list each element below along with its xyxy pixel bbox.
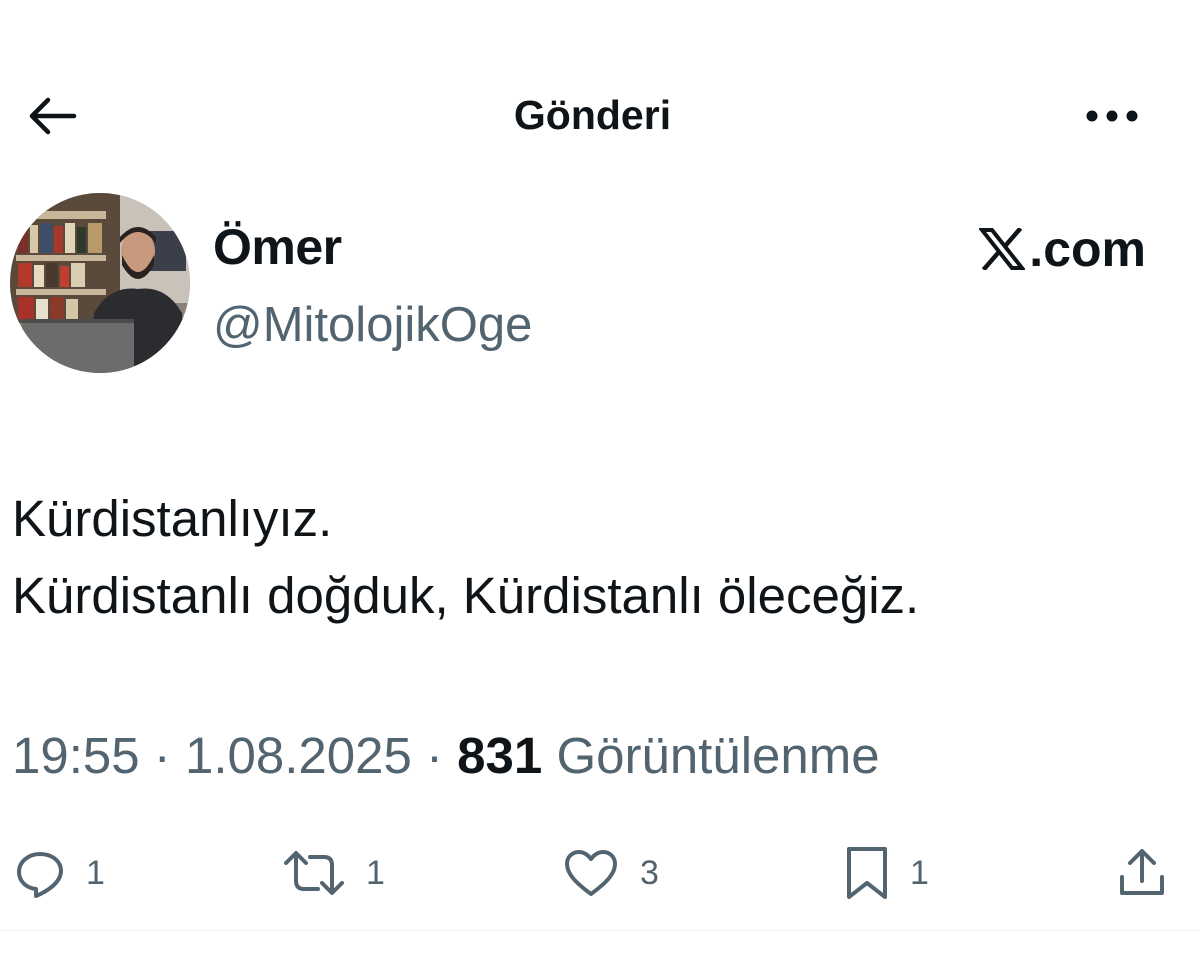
reply-count: 1 [86, 854, 105, 892]
views-label: Görüntülenme [556, 727, 880, 784]
author-name[interactable]: Ömer [213, 217, 342, 277]
retweet-count: 1 [366, 854, 385, 892]
tweet-line: Kürdistanlıyız. [12, 490, 333, 547]
meta-separator: · [153, 727, 171, 784]
tweet-time[interactable]: 19:55 [12, 727, 140, 784]
bookmark-icon [847, 847, 887, 899]
tweet-date[interactable]: 1.08.2025 [185, 727, 412, 784]
avatar[interactable] [10, 193, 190, 373]
share-icon [1120, 849, 1164, 895]
views-count: 831 [457, 727, 543, 784]
reply-icon [17, 852, 63, 898]
retweet-button[interactable]: 1 [282, 845, 385, 901]
tweet-text: Kürdistanlıyız. Kürdistanlı doğduk, Kürd… [12, 480, 919, 634]
tweet-meta: 19:55 · 1.08.2025 · 831 Görüntülenme [12, 724, 880, 788]
share-button[interactable] [1116, 845, 1168, 901]
page-title: Gönderi [513, 92, 672, 138]
more-options-button[interactable] [1080, 96, 1144, 136]
tweet-line: Kürdistanlı doğduk, Kürdistanlı öleceğiz… [12, 567, 920, 624]
author-handle[interactable]: @MitolojikOge [213, 295, 532, 355]
bookmark-button[interactable]: 1 [844, 845, 929, 901]
x-logo-icon [979, 228, 1026, 270]
post-page: Gönderi Ömer @MitolojikOge .com Kürdista… [0, 0, 1200, 957]
bookmark-count: 1 [910, 854, 929, 892]
retweet-icon [284, 851, 344, 895]
like-count: 3 [640, 854, 659, 892]
like-button[interactable]: 3 [562, 845, 659, 901]
reply-button[interactable]: 1 [14, 845, 105, 901]
heart-icon [565, 850, 617, 896]
meta-separator: · [426, 727, 443, 784]
brand-watermark: .com [979, 219, 1146, 279]
brand-text: .com [1029, 221, 1146, 277]
avatar-photo [10, 193, 190, 373]
divider [0, 930, 1200, 931]
more-horizontal-icon [1086, 110, 1138, 122]
